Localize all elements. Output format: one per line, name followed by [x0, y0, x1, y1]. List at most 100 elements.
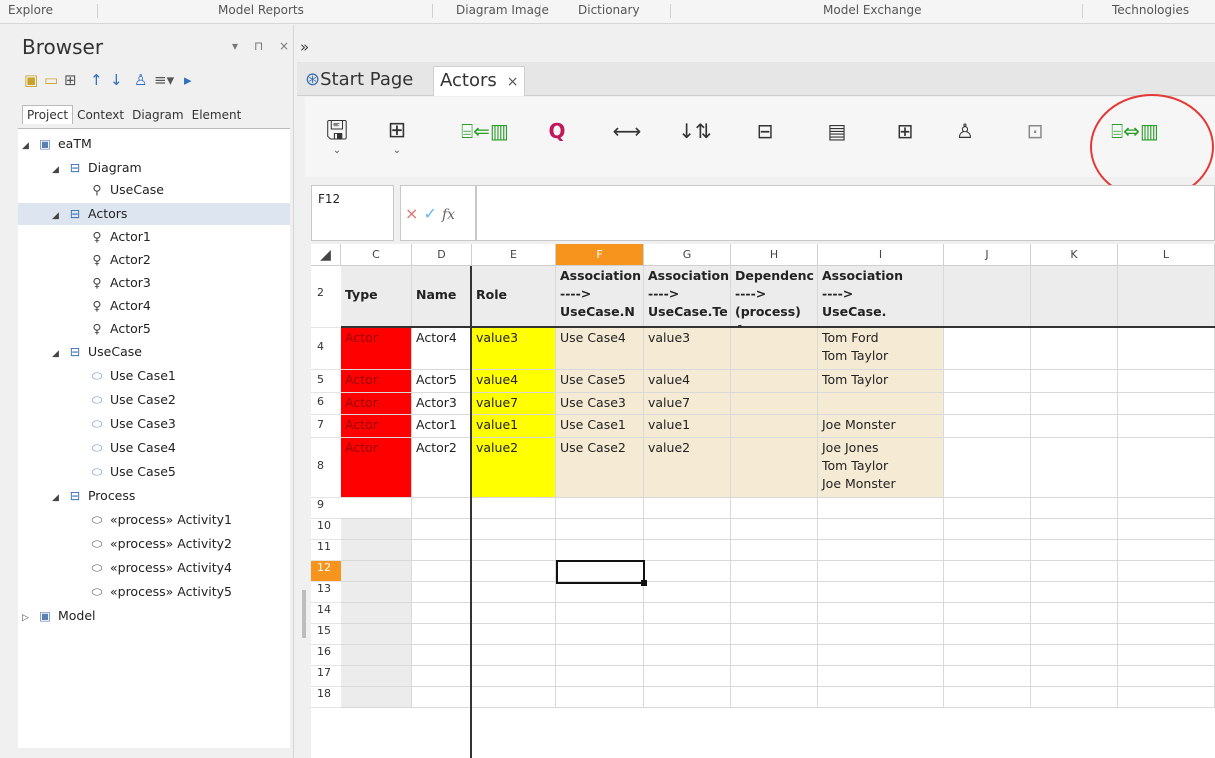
- fill-handle[interactable]: [641, 580, 647, 586]
- expand-icon[interactable]: ◢: [52, 159, 66, 181]
- table-cell[interactable]: [556, 519, 644, 540]
- user-icon[interactable]: ♙: [134, 71, 147, 89]
- col-header-e[interactable]: E: [472, 244, 556, 266]
- table-cell[interactable]: [731, 603, 818, 624]
- ribbon-group-model-reports[interactable]: Model Reports: [218, 3, 304, 17]
- table-cell[interactable]: [944, 370, 1031, 393]
- table-cell[interactable]: [818, 393, 944, 415]
- tree-node-model[interactable]: ▷ ▣ Model: [22, 605, 96, 627]
- tab-start-page[interactable]: ⊛Start Page: [299, 66, 419, 96]
- tab-diagram[interactable]: Diagram: [128, 106, 188, 124]
- table-cell[interactable]: [412, 540, 472, 561]
- header-cell-i[interactable]: Association ----> UseCase.: [818, 266, 944, 328]
- table-cell[interactable]: value1: [472, 415, 556, 438]
- row-header[interactable]: 14: [311, 603, 341, 624]
- table-cell[interactable]: [818, 645, 944, 666]
- table-cell[interactable]: [644, 582, 731, 603]
- table-cell[interactable]: [644, 624, 731, 645]
- table-cell[interactable]: [341, 498, 412, 519]
- ribbon-group-dictionary[interactable]: Dictionary: [578, 3, 640, 17]
- table-cell[interactable]: [341, 603, 412, 624]
- col-header-g[interactable]: G: [644, 244, 731, 266]
- width-icon[interactable]: ⟷: [607, 117, 647, 157]
- table-cell[interactable]: value3: [644, 328, 731, 370]
- tree-node-actor[interactable]: ♀ Actor3: [88, 272, 150, 294]
- table-cell[interactable]: [556, 666, 644, 687]
- table-cell[interactable]: [731, 624, 818, 645]
- table-cell[interactable]: [1031, 519, 1118, 540]
- table-cell[interactable]: [1031, 438, 1118, 498]
- table-cell[interactable]: Actor: [341, 328, 412, 370]
- table-cell[interactable]: [1031, 687, 1118, 708]
- table-cell[interactable]: [1031, 328, 1118, 370]
- ribbon-group-technologies[interactable]: Technologies: [1112, 3, 1189, 17]
- header-cell-type[interactable]: Type: [341, 266, 412, 328]
- table-cell[interactable]: [341, 645, 412, 666]
- table-cell[interactable]: [644, 519, 731, 540]
- diagram-icon[interactable]: ⊞: [64, 71, 77, 89]
- table-cell[interactable]: [944, 519, 1031, 540]
- header-cell-j[interactable]: [944, 266, 1031, 328]
- col-header-f[interactable]: F: [556, 244, 644, 266]
- col-header-k[interactable]: K: [1031, 244, 1118, 266]
- table-cell[interactable]: [818, 666, 944, 687]
- table-cell[interactable]: [1118, 687, 1215, 708]
- table-cell[interactable]: [1118, 666, 1215, 687]
- table-cell[interactable]: [731, 370, 818, 393]
- col-header-l[interactable]: L: [1118, 244, 1215, 266]
- table-cell[interactable]: [472, 603, 556, 624]
- table-cell[interactable]: Actor: [341, 393, 412, 415]
- row-header[interactable]: 4: [311, 328, 341, 370]
- table-cell[interactable]: [644, 603, 731, 624]
- table-cell[interactable]: [472, 582, 556, 603]
- row-header[interactable]: 6: [311, 393, 341, 415]
- tree-node-usecase-diagram[interactable]: ⚲ UseCase: [88, 179, 164, 201]
- elements-icon[interactable]: ⊞: [885, 117, 925, 157]
- tree-node-activity[interactable]: ⬭ «process» Activity5: [88, 581, 232, 603]
- table-cell[interactable]: [818, 603, 944, 624]
- table-cell[interactable]: [944, 624, 1031, 645]
- tree-node-actors[interactable]: ◢ ⊟ Actors: [18, 203, 290, 225]
- row-header[interactable]: 17: [311, 666, 341, 687]
- tab-context[interactable]: Context: [73, 106, 128, 124]
- table-cell[interactable]: [944, 582, 1031, 603]
- header-cell-name[interactable]: Name: [412, 266, 472, 328]
- table-cell[interactable]: [1118, 603, 1215, 624]
- table-cell[interactable]: [731, 438, 818, 498]
- table-cell[interactable]: [1118, 370, 1215, 393]
- tree-node-usecase[interactable]: ⬭ Use Case5: [88, 461, 176, 483]
- table-cell[interactable]: [1118, 415, 1215, 438]
- table-cell[interactable]: [1118, 645, 1215, 666]
- table-cell[interactable]: Use Case3: [556, 393, 644, 415]
- table-cell[interactable]: [341, 582, 412, 603]
- table-cell[interactable]: [472, 624, 556, 645]
- row-header[interactable]: 10: [311, 519, 341, 540]
- table-cell[interactable]: [731, 393, 818, 415]
- row-header[interactable]: 2: [311, 266, 341, 328]
- tree-node-actor[interactable]: ♀ Actor2: [88, 249, 150, 271]
- tree-node-activity[interactable]: ⬭ «process» Activity1: [88, 509, 232, 531]
- name-box[interactable]: F12: [311, 185, 394, 241]
- insert-table-icon[interactable]: ⊞ ⌄: [377, 117, 417, 157]
- row-header[interactable]: 11: [311, 540, 341, 561]
- table-cell[interactable]: Actor3: [412, 393, 472, 415]
- table-cell[interactable]: [1118, 393, 1215, 415]
- table-cell[interactable]: [731, 415, 818, 438]
- table-cell[interactable]: [644, 666, 731, 687]
- table-cell[interactable]: [944, 603, 1031, 624]
- select-all-corner[interactable]: ◢: [311, 244, 341, 266]
- table-cell[interactable]: Actor: [341, 415, 412, 438]
- ribbon-group-diagram-image[interactable]: Diagram Image: [456, 3, 549, 17]
- table-cell[interactable]: Tom Ford Tom Taylor: [818, 328, 944, 370]
- table-cell[interactable]: [341, 687, 412, 708]
- header-cell-role[interactable]: Role: [472, 266, 556, 328]
- header-cell-l[interactable]: [1118, 266, 1215, 328]
- table-cell[interactable]: [731, 687, 818, 708]
- template-icon[interactable]: ▤: [817, 117, 857, 157]
- tree-node-activity[interactable]: ⬭ «process» Activity2: [88, 533, 232, 555]
- table-cell[interactable]: [731, 582, 818, 603]
- table-cell[interactable]: [1031, 561, 1118, 582]
- table-cell[interactable]: [731, 540, 818, 561]
- tab-actors[interactable]: Actors ×: [433, 66, 526, 96]
- table-cell[interactable]: [944, 561, 1031, 582]
